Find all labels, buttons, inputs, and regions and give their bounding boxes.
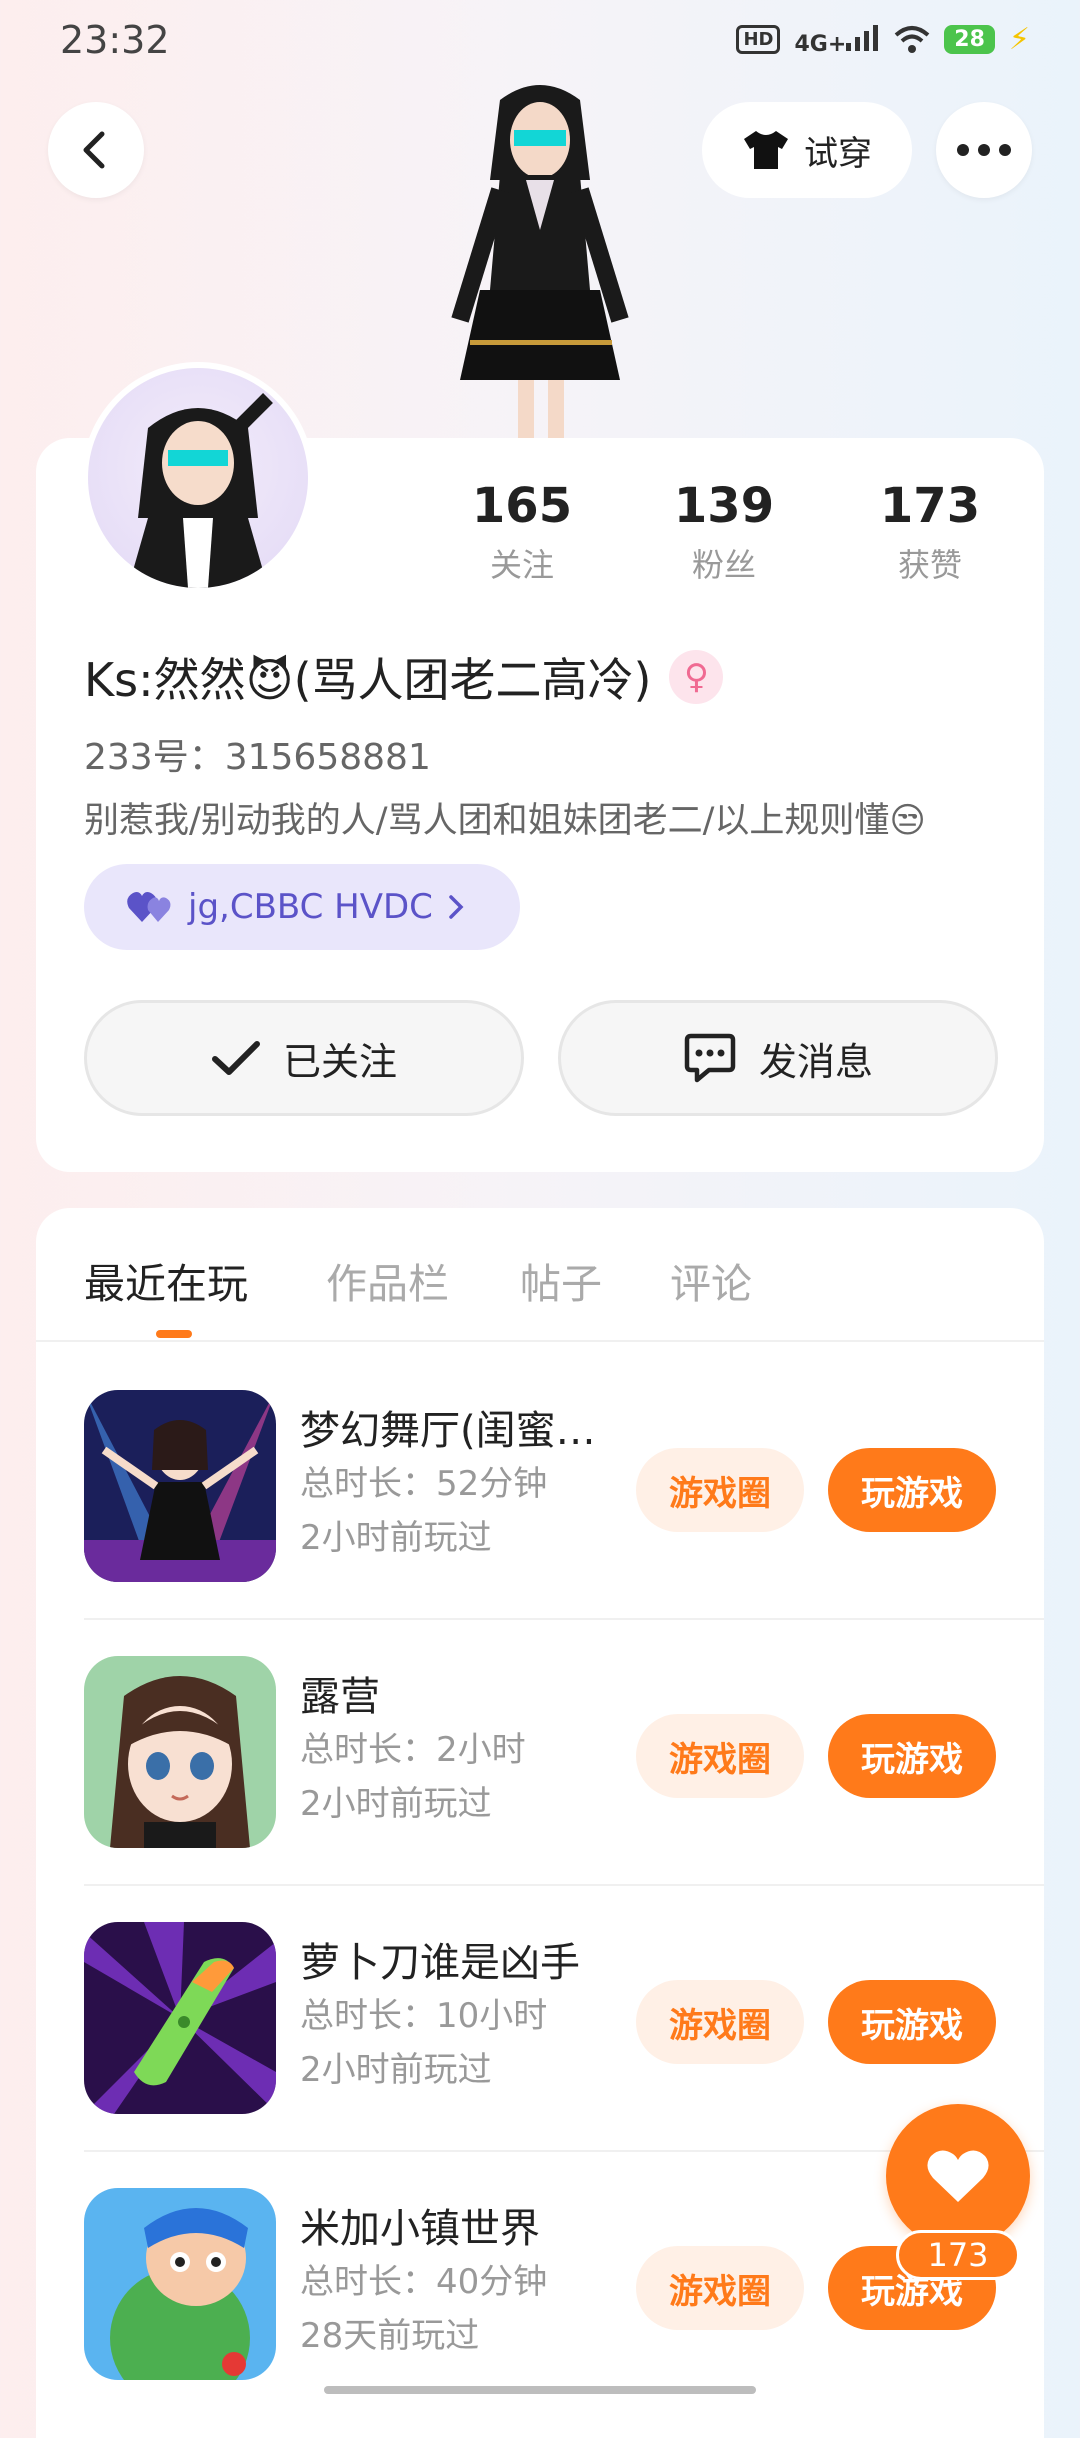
charging-icon: ⚡: [1008, 22, 1030, 57]
tab-posts[interactable]: 帖子: [520, 1250, 602, 1310]
list-item[interactable]: 萝卜刀谁是凶手 总时长：10小时 2小时前玩过 游戏圈 玩游戏: [84, 1870, 1044, 2136]
hd-icon: HD: [736, 25, 781, 54]
avatar-image: [88, 368, 308, 588]
nickname: Ks:然然😈(骂人团老二高冷): [84, 653, 652, 707]
game-circle-button[interactable]: 游戏圈: [636, 1714, 804, 1798]
battery-icon: 28: [944, 25, 995, 54]
fans-label: 粉丝: [691, 546, 756, 584]
following-count: 165: [471, 478, 573, 534]
status-icons: HD 4G+ 28 ⚡: [736, 22, 1030, 57]
group-pill[interactable]: jg,CBBC HVDC: [84, 864, 520, 950]
game-name: 梦幻舞厅(闺蜜…: [300, 1408, 596, 1454]
game-icon-camping: [84, 1656, 276, 1848]
tshirt-icon: [744, 131, 788, 169]
message-label: 发消息: [758, 1039, 873, 1084]
heart-icon: [927, 2150, 989, 2202]
follow-button[interactable]: 已关注: [84, 1000, 524, 1116]
game-duration: 总时长：2小时: [300, 1730, 526, 1770]
like-button[interactable]: [886, 2104, 1030, 2248]
game-duration: 总时长：40分钟: [300, 2262, 548, 2302]
game-duration: 总时长：10小时: [300, 1996, 548, 2036]
user-id: 233号：315658881: [84, 737, 431, 778]
game-icon-toca-world: [84, 2188, 276, 2380]
game-circle-button[interactable]: 游戏圈: [636, 1448, 804, 1532]
game-name: 露营: [300, 1674, 380, 1720]
game-last-played: 2小时前玩过: [300, 1784, 492, 1824]
back-button[interactable]: [48, 102, 144, 198]
network-label: 4G+: [794, 31, 847, 57]
try-on-button[interactable]: 试穿: [702, 102, 912, 198]
game-name: 米加小镇世界: [300, 2206, 540, 2252]
check-icon: [211, 1041, 260, 1075]
game-icon-dance-hall: [84, 1390, 276, 1582]
hearts-icon: [127, 892, 171, 922]
tab-indicator: [156, 1330, 192, 1338]
likes-count: 173: [879, 478, 981, 534]
play-game-button[interactable]: 玩游戏: [828, 1714, 996, 1798]
message-button[interactable]: 发消息: [558, 1000, 998, 1116]
game-last-played: 2小时前玩过: [300, 2050, 492, 2090]
group-label: jg,CBBC HVDC: [188, 887, 433, 927]
bio: 别惹我/别动我的人/骂人团和姐妹团老二/以上规则懂😒: [84, 801, 926, 841]
stat-likes[interactable]: 173 获赞: [850, 478, 1010, 586]
wifi-icon: [894, 25, 930, 53]
chevron-left-icon: [83, 131, 105, 169]
game-last-played: 2小时前玩过: [300, 1518, 492, 1558]
game-icon-radish-knife: [84, 1922, 276, 2114]
tab-recent-play[interactable]: 最近在玩: [84, 1250, 248, 1310]
stat-fans[interactable]: 139 粉丝: [644, 478, 804, 586]
home-indicator[interactable]: [324, 2386, 756, 2394]
avatar-figure[interactable]: [430, 80, 650, 440]
signal-icon: 4G+: [794, 23, 880, 57]
list-item[interactable]: 露营 总时长：2小时 2小时前玩过 游戏圈 玩游戏: [84, 1604, 1044, 1870]
status-time: 23:32: [60, 18, 170, 62]
play-game-button[interactable]: 玩游戏: [828, 1448, 996, 1532]
chat-icon: [684, 1033, 736, 1083]
game-circle-button[interactable]: 游戏圈: [636, 2246, 804, 2330]
nickname-row: Ks:然然😈(骂人团老二高冷) ♀: [84, 644, 724, 710]
fans-count: 139: [673, 478, 775, 534]
likes-label: 获赞: [897, 546, 962, 584]
chevron-right-icon: [449, 895, 464, 919]
game-name: 萝卜刀谁是凶手: [300, 1940, 580, 1986]
tab-works[interactable]: 作品栏: [326, 1250, 449, 1310]
tab-comments[interactable]: 评论: [670, 1250, 752, 1310]
list-item[interactable]: 梦幻舞厅(闺蜜… 总时长：52分钟 2小时前玩过 游戏圈 玩游戏: [84, 1338, 1044, 1604]
game-circle-button[interactable]: 游戏圈: [636, 1980, 804, 2064]
game-duration: 总时长：52分钟: [300, 1464, 548, 1504]
more-horizontal-icon: [957, 144, 1011, 156]
game-last-played: 28天前玩过: [300, 2316, 480, 2356]
try-on-label: 试穿: [804, 133, 872, 174]
avatar[interactable]: [82, 362, 314, 594]
like-count: 173: [896, 2230, 1020, 2280]
following-label: 关注: [489, 546, 554, 584]
play-game-button[interactable]: 玩游戏: [828, 1980, 996, 2064]
stat-following[interactable]: 165 关注: [442, 478, 602, 586]
female-icon: ♀: [669, 650, 724, 704]
more-button[interactable]: [936, 102, 1032, 198]
follow-label: 已关注: [282, 1039, 397, 1084]
